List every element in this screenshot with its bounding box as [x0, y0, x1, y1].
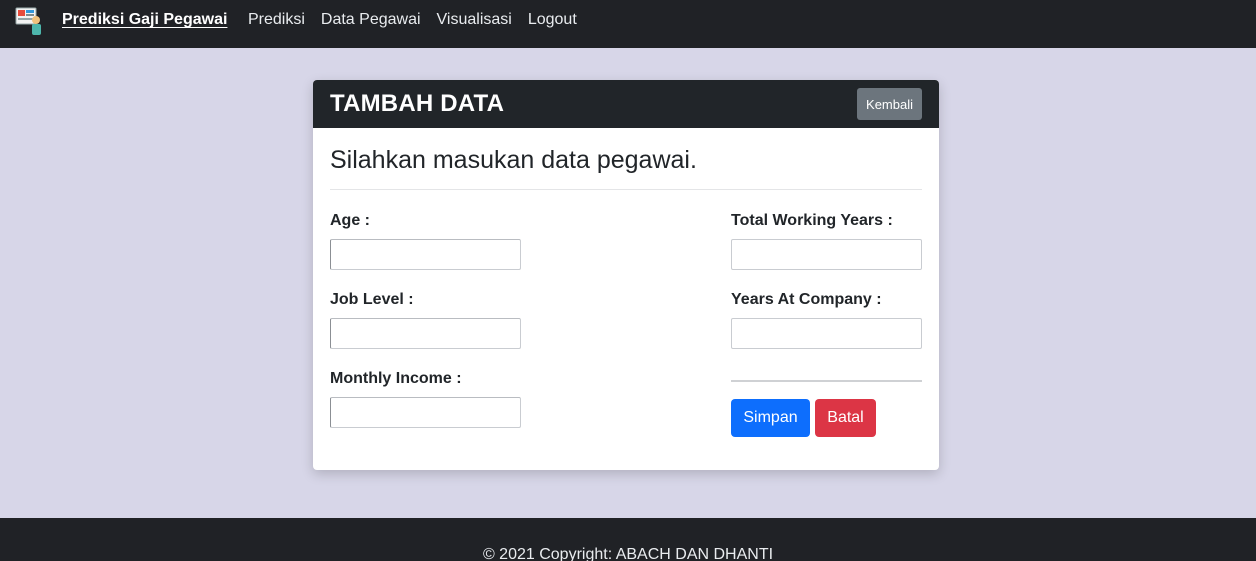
total-working-years-label: Total Working Years : [731, 212, 893, 229]
nav-link-visualisasi[interactable]: Visualisasi [437, 11, 512, 29]
job-level-label: Job Level : [330, 291, 414, 308]
card-title: TAMBAH DATA [330, 90, 505, 117]
nav-link-logout[interactable]: Logout [528, 11, 577, 29]
footer: © 2021 Copyright: ABACH DAN DHANTI [0, 518, 1256, 561]
nav-link-prediksi[interactable]: Prediksi [248, 11, 305, 29]
button-separator [731, 380, 922, 382]
total-working-years-input[interactable] [731, 239, 922, 270]
navbar: Prediksi Gaji Pegawai Prediksi Data Pega… [0, 0, 1256, 48]
nav-links: Prediksi Data Pegawai Visualisasi Logout [248, 11, 577, 29]
divider [330, 189, 922, 190]
intro-text: Silahkan masukan data pegawai. [330, 146, 697, 174]
app-logo-icon[interactable] [14, 6, 46, 36]
monthly-income-input[interactable] [330, 397, 521, 428]
copyright-text: © 2021 Copyright: ABACH DAN DHANTI [482, 546, 774, 561]
brand-link[interactable]: Prediksi Gaji Pegawai [62, 11, 227, 29]
years-at-company-label: Years At Company : [731, 291, 882, 308]
cancel-button[interactable]: Batal [815, 399, 876, 437]
nav-link-data-pegawai[interactable]: Data Pegawai [321, 11, 421, 29]
age-label: Age : [330, 212, 370, 229]
save-button[interactable]: Simpan [731, 399, 810, 437]
add-data-card: TAMBAH DATA Kembali Silahkan masukan dat… [313, 80, 939, 470]
years-at-company-input[interactable] [731, 318, 922, 349]
back-button[interactable]: Kembali [857, 88, 922, 120]
monthly-income-label: Monthly Income : [330, 370, 462, 387]
job-level-input[interactable] [330, 318, 521, 349]
age-input[interactable] [330, 239, 521, 270]
card-header: TAMBAH DATA Kembali [313, 80, 939, 128]
